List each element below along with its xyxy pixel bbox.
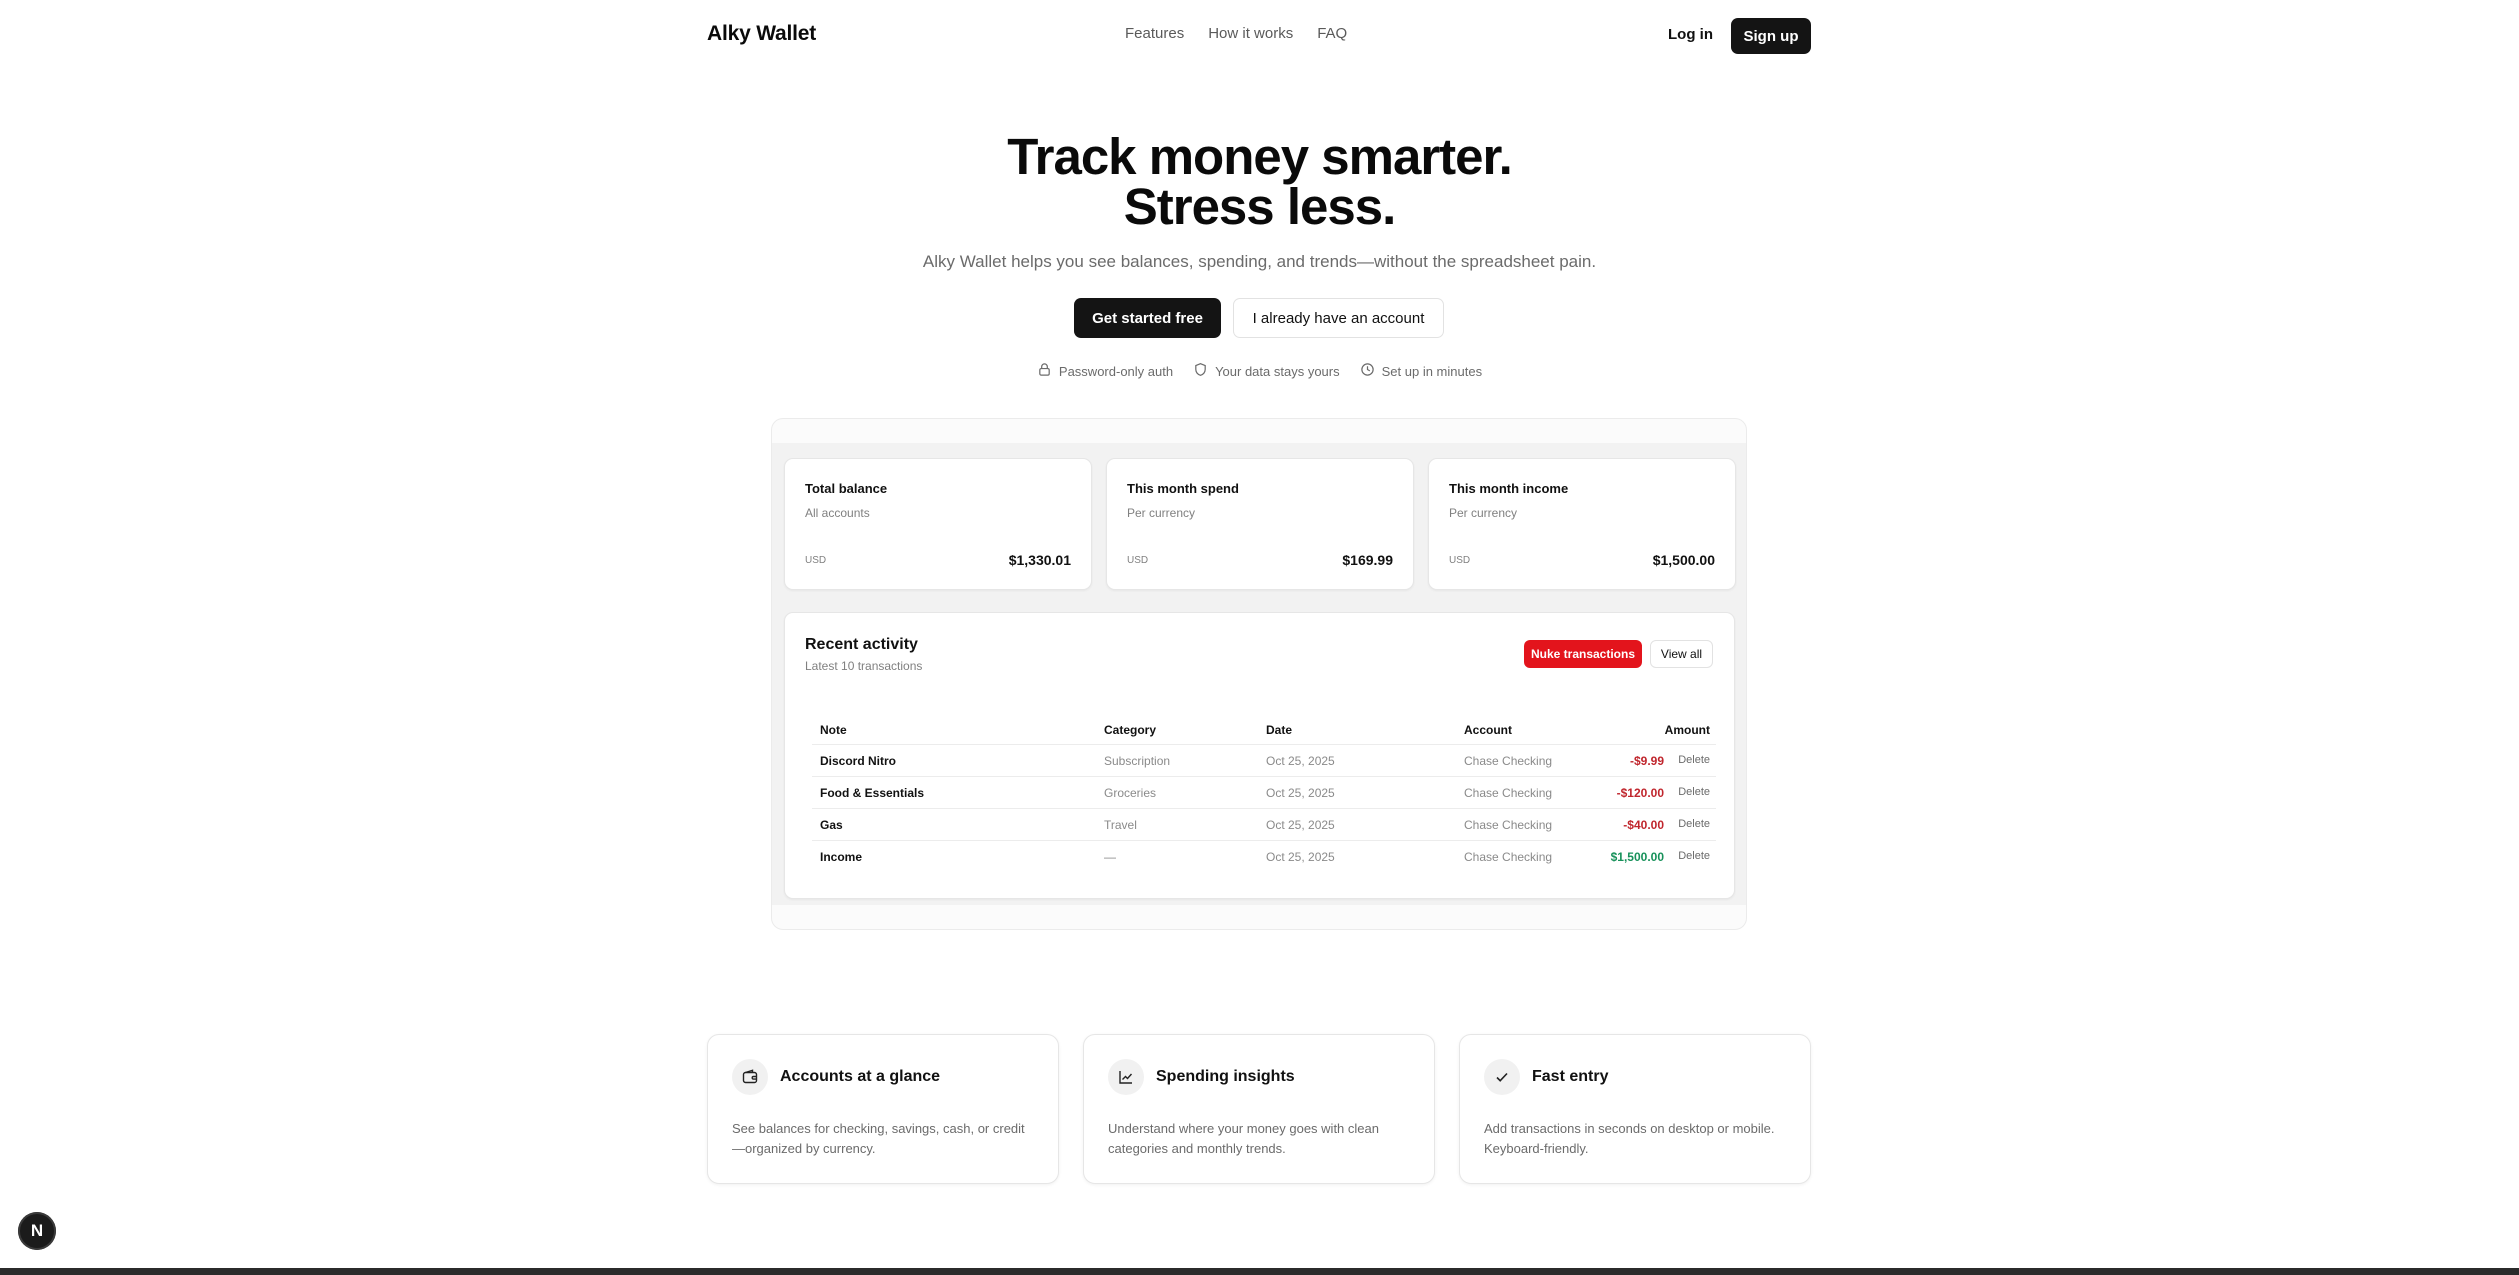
stat-value: $1,330.01 (1008, 552, 1071, 568)
trust-label: Set up in minutes (1381, 363, 1483, 379)
row-category: — (1104, 850, 1116, 864)
login-link[interactable]: Log in (1668, 26, 1713, 43)
main-nav: Features How it works FAQ (1125, 25, 1347, 42)
row-date: Oct 25, 2025 (1266, 786, 1335, 800)
row-note: Gas (820, 818, 843, 832)
feature-card-accounts: Accounts at a glance See balances for ch… (707, 1034, 1059, 1184)
bottom-bar (0, 1268, 2519, 1275)
feature-description: Add transactions in seconds on desktop o… (1484, 1121, 1775, 1156)
stat-subtitle: Per currency (1449, 506, 1518, 520)
feature-card-insights: Spending insights Understand where your … (1083, 1034, 1435, 1184)
feature-description: Understand where your money goes with cl… (1108, 1121, 1379, 1156)
top-nav: Alky Wallet Features How it works FAQ Lo… (0, 0, 2519, 72)
stat-card-total-balance: Total balance All accounts USD $1,330.01 (784, 458, 1092, 590)
table-header: Note Category Date Account Amount (812, 723, 1716, 745)
row-category: Subscription (1104, 754, 1171, 768)
feature-title: Accounts at a glance (780, 1068, 941, 1085)
row-delete-button[interactable]: Delete (1678, 786, 1710, 798)
trust-label: Password-only auth (1058, 363, 1174, 379)
table-row: Gas Travel Oct 25, 2025 Chase Checking -… (812, 809, 1716, 841)
row-account: Chase Checking (1464, 818, 1553, 832)
transactions-table: Note Category Date Account Amount Discor… (812, 723, 1716, 873)
row-account: Chase Checking (1464, 850, 1553, 864)
lock-icon (1037, 362, 1052, 380)
trust-label: Your data stays yours (1215, 363, 1340, 379)
feature-card-fast-entry: Fast entry Add transactions in seconds o… (1459, 1034, 1811, 1184)
stat-subtitle: All accounts (805, 506, 870, 520)
hero-title: Track money smarter. Stress less. (0, 128, 2519, 235)
col-date: Date (1266, 723, 1293, 737)
nav-features[interactable]: Features (1125, 25, 1184, 42)
hero-subtitle: Alky Wallet helps you see balances, spen… (922, 252, 1597, 271)
trust-item-data: Your data stays yours (1193, 362, 1340, 380)
row-note: Income (820, 850, 863, 864)
hero-title-line-2: Stress less. (1123, 178, 1397, 235)
signup-button[interactable]: Sign up (1731, 18, 1811, 54)
activity-subtitle: Latest 10 transactions (805, 659, 923, 673)
chart-icon (1108, 1059, 1144, 1095)
nav-how-it-works[interactable]: How it works (1208, 25, 1293, 42)
recent-activity-card: Recent activity Latest 10 transactions N… (784, 612, 1735, 899)
row-note: Discord Nitro (820, 754, 897, 768)
feature-title: Spending insights (1156, 1068, 1295, 1085)
stat-title: This month income (1449, 481, 1569, 496)
feature-description: See balances for checking, savings, cash… (732, 1121, 1025, 1156)
activity-title: Recent activity (805, 636, 918, 653)
view-all-button[interactable]: View all (1650, 640, 1713, 668)
trust-row: Password-only auth Your data stays yours… (0, 362, 2519, 380)
brand-logo[interactable]: Alky Wallet (707, 22, 816, 46)
stat-value: $1,500.00 (1652, 552, 1715, 568)
row-amount: -$9.99 (1629, 754, 1664, 768)
stat-card-month-income: This month income Per currency USD $1,50… (1428, 458, 1736, 590)
row-delete-button[interactable]: Delete (1678, 850, 1710, 862)
col-account: Account (1464, 723, 1512, 737)
row-account: Chase Checking (1464, 786, 1553, 800)
feature-title: Fast entry (1532, 1068, 1609, 1085)
shield-icon (1193, 362, 1208, 380)
row-amount: -$120.00 (1616, 786, 1664, 800)
row-category: Groceries (1104, 786, 1157, 800)
stat-title: This month spend (1127, 481, 1239, 496)
row-category: Travel (1104, 818, 1137, 832)
existing-account-button[interactable]: I already have an account (1233, 298, 1444, 338)
stat-subtitle: Per currency (1127, 506, 1196, 520)
stat-currency: USD (1127, 555, 1149, 566)
row-delete-button[interactable]: Delete (1678, 818, 1710, 830)
col-amount: Amount (1664, 723, 1710, 737)
wallet-icon (732, 1059, 768, 1095)
clock-icon (1360, 362, 1375, 380)
stat-currency: USD (1449, 555, 1471, 566)
table-row: Food & Essentials Groceries Oct 25, 2025… (812, 777, 1716, 809)
stat-title: Total balance (805, 481, 888, 496)
row-date: Oct 25, 2025 (1266, 850, 1335, 864)
stat-value: $169.99 (1342, 552, 1393, 568)
row-amount: $1,500.00 (1610, 850, 1664, 864)
check-icon (1484, 1059, 1520, 1095)
nav-faq[interactable]: FAQ (1317, 25, 1347, 42)
get-started-button[interactable]: Get started free (1074, 298, 1221, 338)
row-note: Food & Essentials (820, 786, 925, 800)
col-note: Note (820, 723, 847, 737)
table-row: Discord Nitro Subscription Oct 25, 2025 … (812, 745, 1716, 777)
row-delete-button[interactable]: Delete (1678, 754, 1710, 766)
stat-card-month-spend: This month spend Per currency USD $169.9… (1106, 458, 1414, 590)
trust-item-auth: Password-only auth (1037, 362, 1173, 380)
hero-title-line-1: Track money smarter. (1007, 128, 1512, 185)
nuke-transactions-button[interactable]: Nuke transactions (1524, 640, 1642, 668)
row-date: Oct 25, 2025 (1266, 754, 1335, 768)
badge-letter: N (30, 1221, 44, 1240)
trust-item-setup: Set up in minutes (1360, 362, 1482, 380)
col-category: Category (1104, 723, 1157, 737)
row-amount: -$40.00 (1623, 818, 1664, 832)
row-account: Chase Checking (1464, 754, 1553, 768)
stat-currency: USD (805, 555, 827, 566)
row-date: Oct 25, 2025 (1266, 818, 1335, 832)
dev-tools-badge[interactable]: N (18, 1212, 56, 1250)
table-row: Income — Oct 25, 2025 Chase Checking $1,… (812, 841, 1716, 873)
